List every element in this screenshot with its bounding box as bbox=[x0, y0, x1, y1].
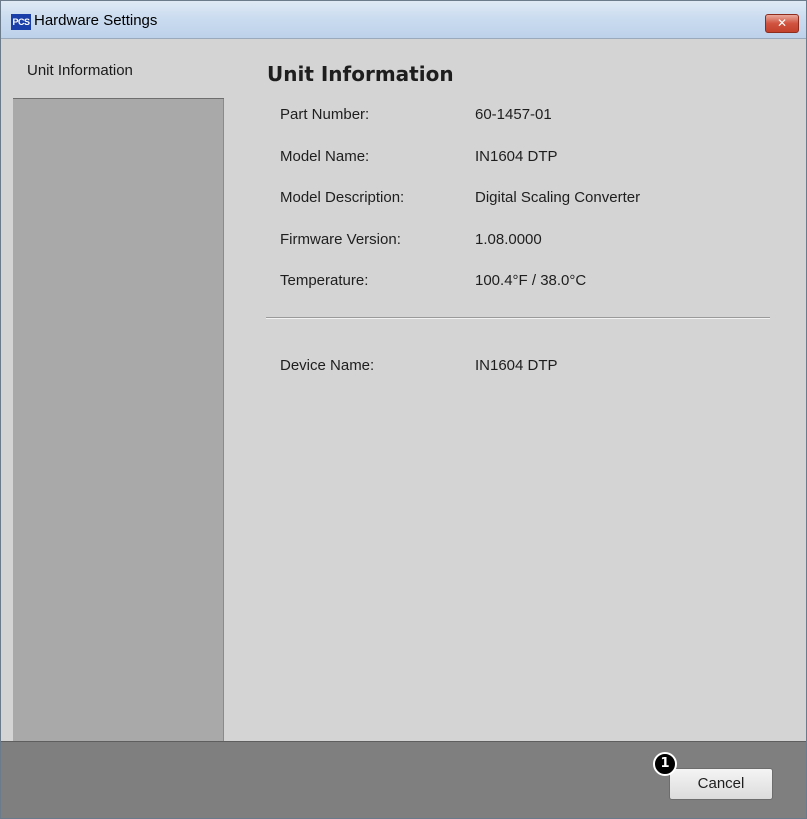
section-divider bbox=[266, 317, 770, 319]
close-icon: ✕ bbox=[776, 16, 788, 30]
callout-marker-icon: 1 bbox=[653, 752, 677, 776]
main-content: Unit Information Part Number: 60-1457-01… bbox=[224, 39, 806, 741]
info-label: Firmware Version: bbox=[280, 231, 401, 248]
info-label: Model Name: bbox=[280, 148, 370, 165]
dialog-footer: Cancel 1 bbox=[1, 741, 806, 818]
sidebar-item-unit-information[interactable]: Unit Information bbox=[13, 39, 224, 99]
sidebar-item-label: Unit Information bbox=[27, 62, 133, 79]
info-label: Temperature: bbox=[280, 272, 369, 289]
cancel-button[interactable]: Cancel bbox=[669, 768, 773, 800]
close-button[interactable]: ✕ bbox=[765, 14, 799, 33]
page-title: Unit Information bbox=[267, 62, 454, 86]
title-bar[interactable]: PCS Hardware Settings ✕ bbox=[1, 1, 806, 39]
info-label: Device Name: bbox=[280, 357, 375, 374]
info-value: 1.08.0000 bbox=[475, 231, 542, 248]
info-label: Part Number: bbox=[280, 106, 370, 123]
pcs-app-icon: PCS bbox=[11, 14, 31, 30]
info-value: Digital Scaling Converter bbox=[475, 189, 641, 206]
info-value: IN1604 DTP bbox=[475, 357, 558, 374]
info-value: IN1604 DTP bbox=[475, 148, 558, 165]
sidebar: Unit Information bbox=[13, 39, 224, 741]
left-margin bbox=[1, 39, 13, 741]
info-value: 60-1457-01 bbox=[475, 106, 552, 123]
info-value: 100.4°F / 38.0°C bbox=[475, 272, 587, 289]
window-title: Hardware Settings bbox=[34, 12, 158, 29]
hardware-settings-window: PCS Hardware Settings ✕ Unit Information… bbox=[0, 0, 807, 819]
info-label: Model Description: bbox=[280, 189, 405, 206]
